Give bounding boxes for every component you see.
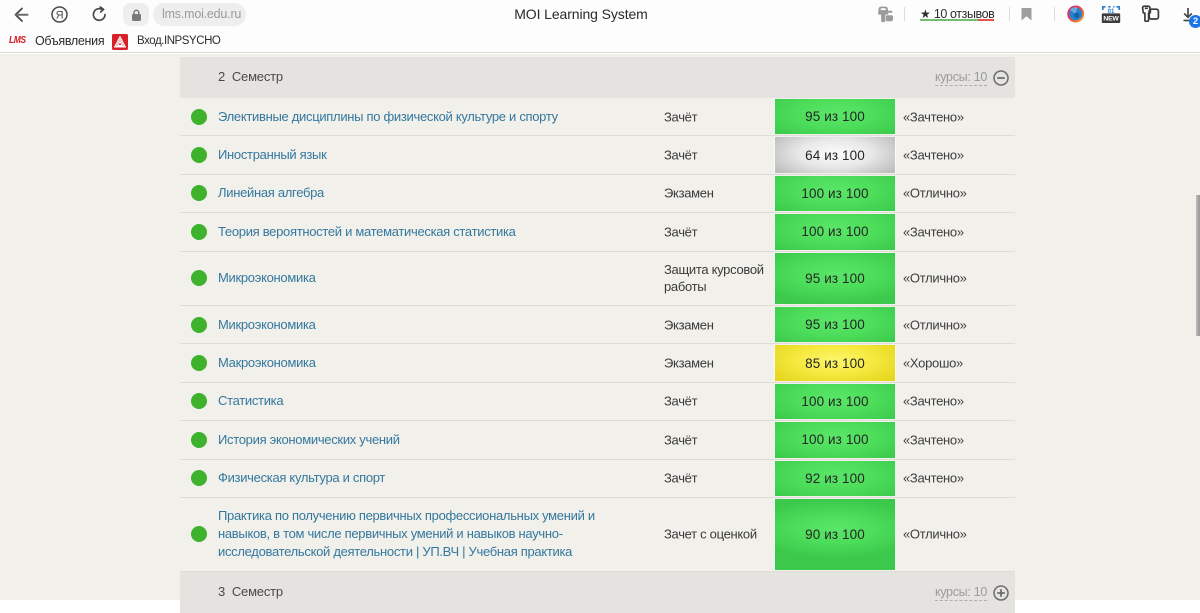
svg-text:NEW: NEW [1103,16,1119,23]
